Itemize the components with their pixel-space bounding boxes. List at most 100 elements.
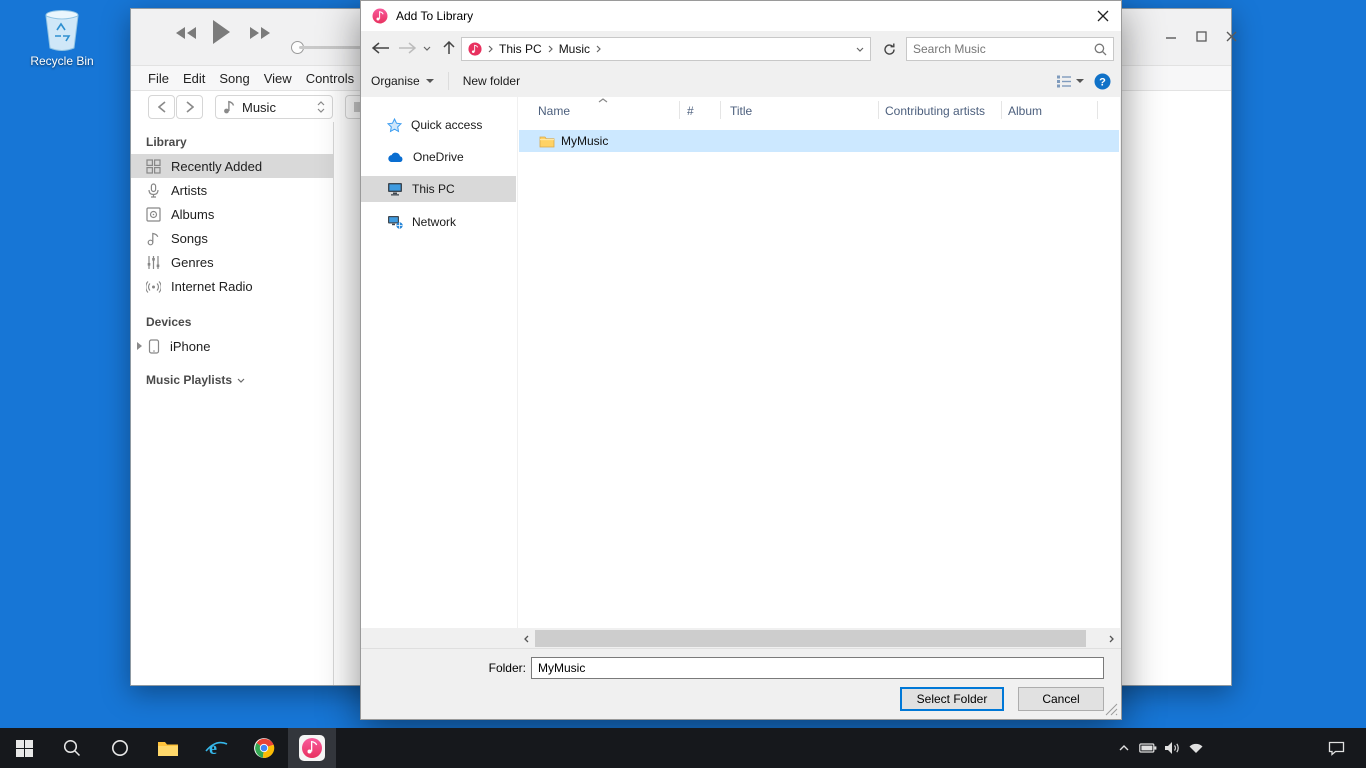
sidebar-item-internet-radio[interactable]: Internet Radio: [131, 274, 333, 298]
fast-forward-button[interactable]: [249, 26, 271, 40]
sidebar-item-genres[interactable]: Genres: [131, 250, 333, 274]
star-icon: [387, 118, 402, 133]
chrome-button[interactable]: [240, 728, 288, 768]
sidebar-item-artists[interactable]: Artists: [131, 178, 333, 202]
new-folder-button[interactable]: New folder: [453, 66, 530, 96]
library-heading: Library: [131, 132, 333, 154]
recycle-bin-label: Recycle Bin: [24, 54, 100, 68]
column-divider: [720, 101, 721, 119]
back-button[interactable]: [369, 36, 393, 60]
media-selector-label: Music: [242, 100, 276, 115]
battery-tray-icon[interactable]: [1136, 728, 1160, 768]
nav-item-network[interactable]: Network: [361, 209, 516, 235]
search-input[interactable]: [907, 42, 1094, 56]
change-view-button[interactable]: [1056, 74, 1084, 88]
horizontal-scrollbar[interactable]: [518, 630, 1120, 647]
dialog-navigation-bar: This PC Music: [361, 32, 1121, 65]
column-header-name[interactable]: Name: [538, 99, 570, 123]
volume-tray-icon[interactable]: [1160, 728, 1184, 768]
action-center-button[interactable]: [1316, 728, 1356, 768]
volume-slider[interactable]: [299, 46, 361, 49]
help-button[interactable]: ?: [1094, 73, 1111, 90]
help-glyph: ?: [1099, 76, 1106, 88]
taskbar-search-button[interactable]: [48, 728, 96, 768]
rewind-button[interactable]: [175, 26, 197, 40]
sidebar-item-albums[interactable]: Albums: [131, 202, 333, 226]
windows-logo-icon: [16, 740, 33, 757]
column-header-contributing-artists[interactable]: Contributing artists: [885, 99, 985, 123]
scroll-right-arrow-icon[interactable]: [1103, 630, 1120, 647]
add-to-library-dialog: Add To Library: [360, 0, 1122, 720]
minimize-button[interactable]: [1159, 25, 1183, 47]
recent-locations-chevron-icon[interactable]: [419, 36, 435, 60]
column-header-album[interactable]: Album: [1008, 99, 1042, 123]
search-icon[interactable]: [1094, 43, 1107, 56]
cortana-button[interactable]: [96, 728, 144, 768]
expander-icon[interactable]: [137, 342, 142, 350]
media-type-selector[interactable]: Music: [215, 95, 333, 119]
address-bar[interactable]: This PC Music: [461, 37, 871, 61]
file-explorer-button[interactable]: [144, 728, 192, 768]
cancel-button[interactable]: Cancel: [1018, 687, 1104, 711]
address-dropdown-chevron-icon[interactable]: [856, 47, 864, 52]
close-button[interactable]: [1219, 25, 1243, 47]
up-button[interactable]: [437, 36, 461, 60]
sidebar-item-songs[interactable]: Songs: [131, 226, 333, 250]
show-hidden-icons-button[interactable]: [1112, 728, 1136, 768]
chevron-up-icon: [1119, 745, 1129, 751]
breadcrumb-chevron-icon: [596, 45, 601, 53]
internet-explorer-button[interactable]: e: [192, 728, 240, 768]
start-button[interactable]: [0, 728, 48, 768]
itunes-taskbar-button[interactable]: [288, 728, 336, 768]
cloud-icon: [387, 151, 404, 163]
column-header-title[interactable]: Title: [730, 99, 752, 123]
close-icon: [1097, 10, 1109, 22]
selector-spinner-icons: [317, 101, 325, 113]
itunes-back-button[interactable]: [148, 95, 175, 119]
sidebar-item-recently-added[interactable]: Recently Added: [131, 154, 333, 178]
breadcrumb-this-pc[interactable]: This PC: [499, 42, 542, 56]
action-center-icon: [1328, 741, 1345, 756]
organise-button[interactable]: Organise: [361, 66, 444, 96]
itunes-location-icon: [468, 42, 482, 56]
music-playlists-heading[interactable]: Music Playlists: [131, 370, 333, 392]
resize-grip[interactable]: [1105, 703, 1118, 716]
dialog-title: Add To Library: [396, 9, 473, 23]
dialog-titlebar: Add To Library: [361, 1, 1121, 31]
recycle-bin-shortcut[interactable]: Recycle Bin: [24, 6, 100, 68]
menu-file[interactable]: File: [148, 71, 169, 86]
song-note-icon: [146, 231, 161, 246]
toolbar-divider: [448, 72, 449, 90]
sidebar-item-iphone[interactable]: iPhone: [131, 334, 333, 358]
nav-item-onedrive[interactable]: OneDrive: [361, 144, 516, 170]
network-tray-icon[interactable]: [1184, 728, 1208, 768]
search-box: [906, 37, 1114, 61]
network-icon: [387, 215, 403, 229]
desktop: Recycle Bin File: [0, 0, 1366, 768]
menu-edit[interactable]: Edit: [183, 71, 205, 86]
taskbar: e: [0, 728, 1366, 768]
folder-name-input[interactable]: [531, 657, 1104, 679]
refresh-button[interactable]: [878, 37, 900, 61]
column-divider: [878, 101, 879, 119]
maximize-button[interactable]: [1189, 25, 1213, 47]
breadcrumb-music[interactable]: Music: [559, 42, 590, 56]
file-list: Name # Title Contributing artists Album …: [518, 97, 1120, 628]
dialog-close-button[interactable]: [1085, 1, 1121, 31]
file-row-mymusic[interactable]: MyMusic: [519, 130, 1119, 152]
select-folder-button[interactable]: Select Folder: [900, 687, 1004, 711]
scrollbar-thumb[interactable]: [535, 630, 1086, 647]
menu-view[interactable]: View: [264, 71, 292, 86]
column-divider: [1097, 101, 1098, 119]
nav-item-this-pc[interactable]: This PC: [361, 176, 516, 202]
menu-controls[interactable]: Controls: [306, 71, 354, 86]
play-button[interactable]: [211, 19, 231, 45]
menu-song[interactable]: Song: [219, 71, 249, 86]
column-header-number[interactable]: #: [687, 99, 694, 123]
nav-item-quick-access[interactable]: Quick access: [361, 112, 516, 138]
forward-button[interactable]: [395, 36, 419, 60]
itunes-forward-button[interactable]: [176, 95, 203, 119]
sidebar-item-label: Artists: [171, 183, 207, 198]
scroll-left-arrow-icon[interactable]: [518, 630, 535, 647]
dialog-toolbar: Organise New folder ?: [361, 66, 1121, 96]
